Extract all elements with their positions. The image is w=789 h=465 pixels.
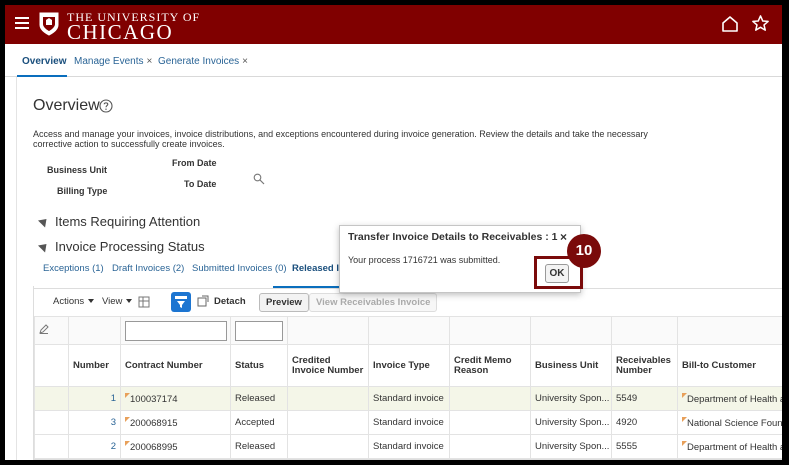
contract-number-filter-input[interactable]: [125, 320, 227, 341]
home-icon[interactable]: [721, 15, 739, 33]
row-number[interactable]: 2: [68, 434, 121, 459]
status-cell: Released: [230, 386, 288, 411]
logo-text-bottom: CHICAGO: [67, 20, 174, 44]
credit-memo-reason-cell: [449, 410, 531, 435]
column-header-bill-to-customer[interactable]: Bill-to Customer: [677, 344, 782, 387]
credited-invoice-cell: [287, 434, 369, 459]
receivables-number-cell: 5555: [611, 434, 678, 459]
preview-button[interactable]: Preview: [259, 293, 309, 312]
actions-menu[interactable]: Actions: [53, 296, 95, 307]
subtab-draft-invoices[interactable]: Draft Invoices (2): [112, 263, 184, 274]
column-header-business-unit[interactable]: Business Unit: [530, 344, 612, 387]
column-header-number[interactable]: Number: [68, 344, 121, 387]
released-invoices-panel: Actions View Detach Preview View Receiva…: [33, 286, 782, 460]
detach-button[interactable]: Detach: [214, 296, 246, 307]
receivables-number-cell: 4920: [611, 410, 678, 435]
view-receivables-invoice-button[interactable]: View Receivables Invoice: [309, 293, 438, 312]
invoice-processing-status-header[interactable]: Invoice Processing Status: [37, 239, 205, 254]
page-tabs: Overview Manage Events × Generate Invoice…: [5, 44, 782, 77]
pencil-icon[interactable]: [39, 324, 49, 334]
status-cell: Released: [230, 434, 288, 459]
receivables-number-cell: 5549: [611, 386, 678, 411]
shield-icon: [39, 12, 59, 36]
close-icon[interactable]: ×: [242, 56, 248, 67]
freeze-columns-icon[interactable]: [137, 295, 151, 309]
subtab-submitted-invoices[interactable]: Submitted Invoices (0): [192, 263, 287, 274]
collapse-icon[interactable]: [37, 215, 51, 228]
close-icon[interactable]: ×: [560, 230, 567, 244]
released-invoices-table: Number Contract Number Status Credited I…: [34, 316, 782, 459]
business-unit-cell: University Spon...: [530, 410, 612, 435]
table-row[interactable]: 2 200068995 Released Standard invoice Un…: [34, 434, 782, 459]
edit-cell: [34, 316, 69, 345]
page-title: Overview: [33, 97, 100, 114]
business-unit-cell: University Spon...: [530, 386, 612, 411]
bill-to-customer-cell: Department of Health a...: [677, 434, 782, 459]
tab-manage-events[interactable]: Manage Events ×: [74, 56, 152, 67]
dialog-message: Your process 1716721 was submitted.: [348, 255, 501, 265]
from-date-label: From Date: [172, 158, 217, 168]
invoice-type-cell: Standard invoice: [368, 410, 450, 435]
invoice-type-cell: Standard invoice: [368, 434, 450, 459]
query-by-example-button[interactable]: [171, 292, 191, 312]
contract-number-cell: 200068995: [120, 434, 231, 459]
detach-icon: [197, 295, 209, 307]
status-cell: Accepted: [230, 410, 288, 435]
chevron-down-icon: [88, 299, 95, 303]
star-icon[interactable]: [751, 14, 770, 33]
status-filter-input[interactable]: [235, 320, 283, 341]
credited-invoice-cell: [287, 386, 369, 411]
contract-number-cell: 200068915: [120, 410, 231, 435]
row-number[interactable]: 1: [68, 386, 121, 411]
to-date-label: To Date: [184, 179, 217, 189]
step-number-badge: 10: [567, 234, 601, 268]
billing-type-label: Billing Type: [57, 186, 108, 196]
app-window: THE UNIVERSITY OF CHICAGO Overview Manag…: [5, 5, 782, 460]
page-description: Access and manage your invoices, invoice…: [33, 129, 648, 149]
column-header-invoice-type[interactable]: Invoice Type: [368, 344, 450, 387]
table-row[interactable]: 1 100037174 Released Standard invoice Un…: [34, 386, 782, 411]
bill-to-customer-cell: Department of Health a...: [677, 386, 782, 411]
tab-overview[interactable]: Overview: [22, 56, 66, 67]
bill-to-customer-cell: National Science Foun...: [677, 410, 782, 435]
menu-icon[interactable]: [15, 17, 29, 29]
column-header-status[interactable]: Status: [230, 344, 288, 387]
close-icon[interactable]: ×: [147, 56, 153, 67]
filter-row: [34, 316, 782, 345]
subtab-exceptions[interactable]: Exceptions (1): [43, 263, 104, 274]
ok-button[interactable]: OK: [545, 264, 569, 283]
column-header-contract-number[interactable]: Contract Number: [120, 344, 231, 387]
row-number[interactable]: 3: [68, 410, 121, 435]
column-header-credit-memo-reason[interactable]: Credit Memo Reason: [449, 344, 531, 387]
credited-invoice-cell: [287, 410, 369, 435]
view-menu[interactable]: View: [102, 296, 133, 307]
business-unit-cell: University Spon...: [530, 434, 612, 459]
dialog-title: Transfer Invoice Details to Receivables …: [348, 231, 558, 243]
top-bar: THE UNIVERSITY OF CHICAGO: [5, 5, 782, 44]
credit-memo-reason-cell: [449, 386, 531, 411]
table-row[interactable]: 3 200068915 Accepted Standard invoice Un…: [34, 410, 782, 435]
help-icon[interactable]: [99, 99, 113, 113]
chevron-down-icon: [126, 299, 133, 303]
search-icon[interactable]: [253, 173, 265, 185]
column-header-receivables-number[interactable]: Receivables Number: [611, 344, 678, 387]
business-unit-label: Business Unit: [47, 165, 108, 175]
table-header-row: Number Contract Number Status Credited I…: [34, 344, 782, 387]
items-requiring-attention-header[interactable]: Items Requiring Attention: [37, 214, 200, 229]
tab-generate-invoices[interactable]: Generate Invoices ×: [158, 56, 248, 67]
contract-number-cell: 100037174: [120, 386, 231, 411]
invoice-type-cell: Standard invoice: [368, 386, 450, 411]
filter-icon: [175, 296, 187, 308]
credit-memo-reason-cell: [449, 434, 531, 459]
collapse-icon[interactable]: [37, 240, 51, 253]
column-header-credited-invoice-number[interactable]: Credited Invoice Number: [287, 344, 369, 387]
